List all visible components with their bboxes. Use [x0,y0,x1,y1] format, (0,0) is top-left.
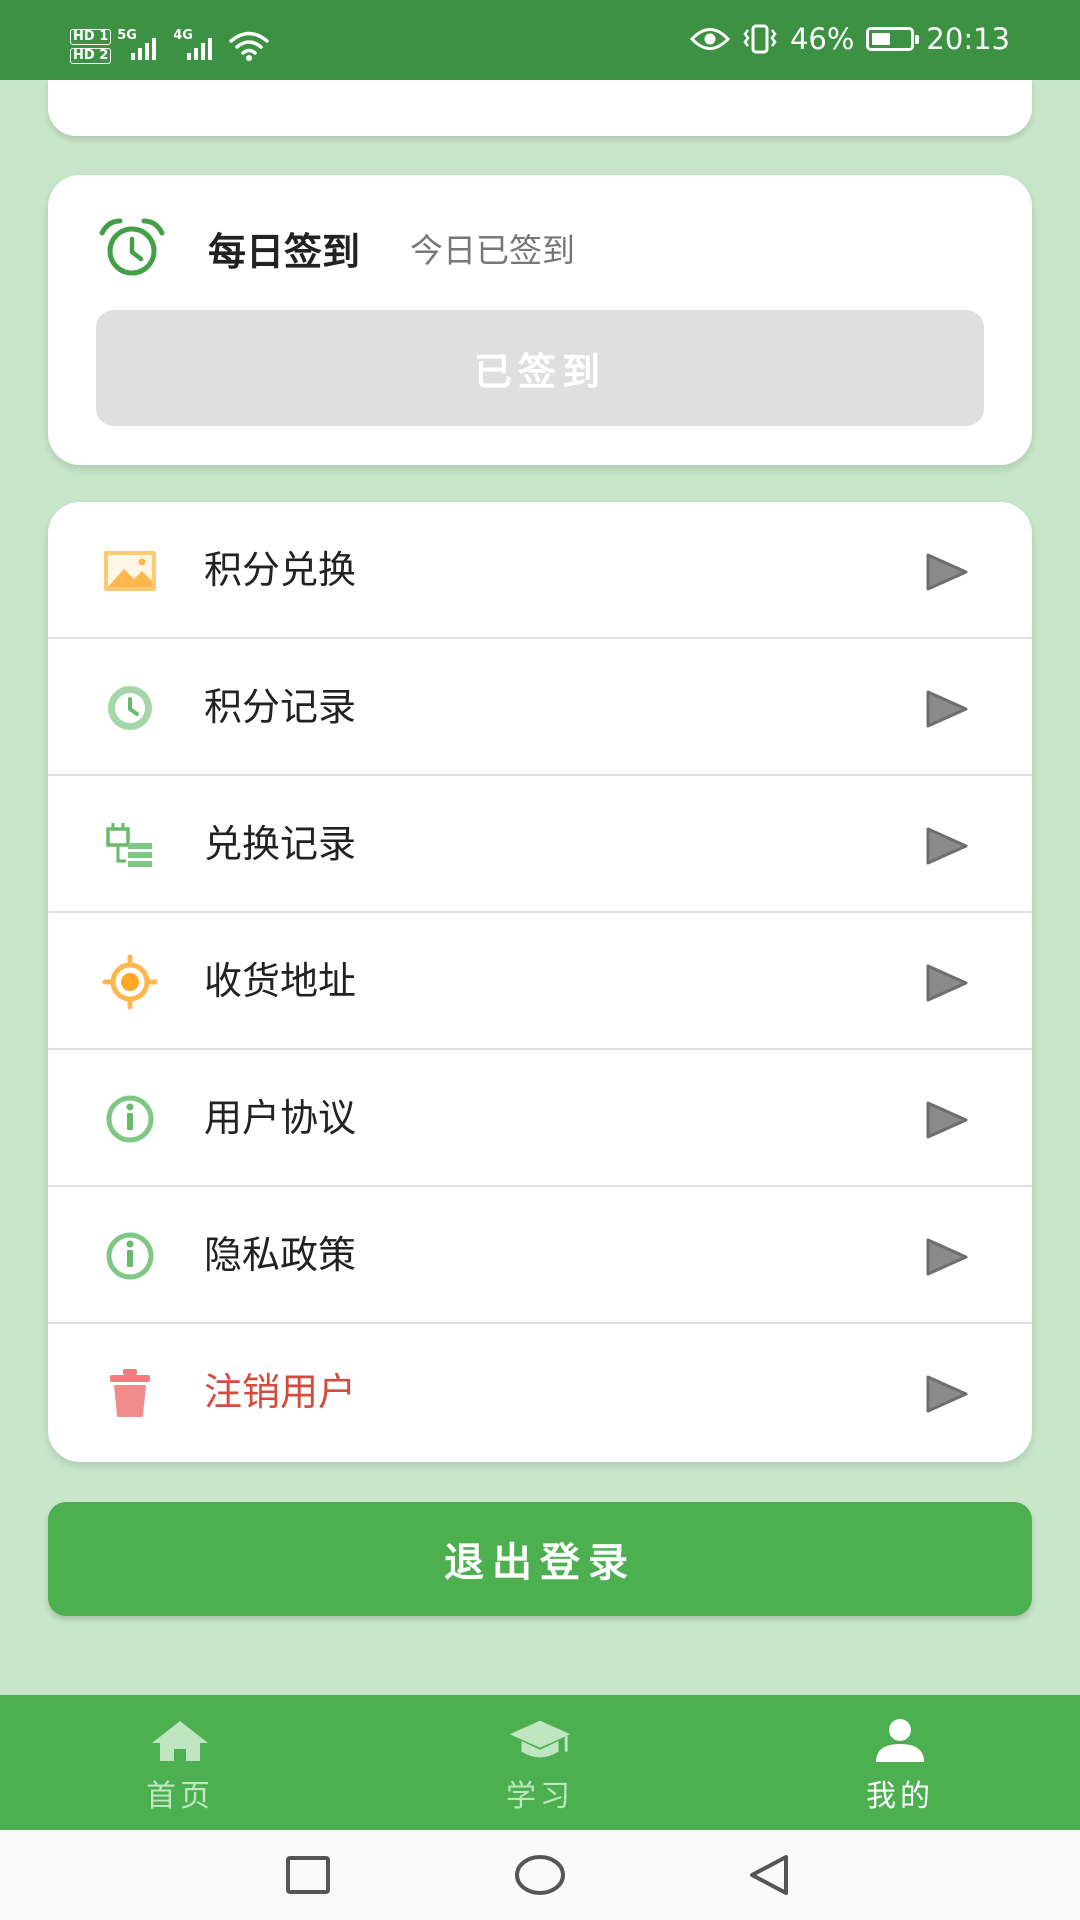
profile-card-partial [48,80,1032,136]
menu-item-points-exchange[interactable]: 积分兑换 [48,502,1032,639]
wifi-icon [229,31,269,61]
sim1-label: HD [73,28,95,44]
menu-item-privacy-policy[interactable]: 隐私政策 [48,1187,1032,1324]
status-left: HD 1 HD 2 5G 4G [70,28,269,64]
menu-item-label: 用户协议 [204,1096,357,1140]
battery-percent: 46% [789,22,855,56]
status-bar: HD 1 HD 2 5G 4G 46% 20:13 [0,0,1080,80]
chevron-right-icon [926,827,968,865]
checkin-status: 今日已签到 [410,231,576,270]
sim1-slot: 1 [99,28,109,44]
sim2-label: HD [73,47,95,63]
bottom-nav: 首页 学习 我的 [0,1695,1080,1830]
status-right: 46% 20:13 [689,22,1010,56]
nav-item-study[interactable]: 学习 [440,1695,640,1830]
menu-item-label: 收货地址 [204,959,357,1003]
daily-checkin-card: 每日签到 今日已签到 已签到 [48,175,1032,465]
user-icon [868,1717,932,1765]
vibrate-icon [743,24,777,54]
hd-icon: HD 2 [70,47,112,64]
home-icon [148,1717,212,1765]
nav-label: 学习 [506,1779,574,1814]
nav-label: 我的 [866,1779,934,1814]
info-icon [98,1095,162,1143]
settings-menu: 积分兑换 积分记录 兑换记录 收货地址 用户协议 隐私政策 注销用户 [48,502,1032,1462]
chevron-right-icon [926,553,968,591]
eye-icon [689,28,730,50]
chevron-right-icon [926,690,968,728]
hd-icon: HD 1 [70,28,112,45]
menu-item-points-history[interactable]: 积分记录 [48,639,1032,776]
logout-button[interactable]: 退出登录 [48,1502,1032,1616]
nav-label: 首页 [146,1779,214,1814]
graduation-cap-icon [508,1717,572,1765]
clock-icon [98,684,162,732]
recents-button[interactable] [263,1830,353,1920]
image-icon [98,547,162,595]
list-icon [98,821,162,869]
chevron-right-icon [926,1101,968,1139]
menu-item-shipping-address[interactable]: 收货地址 [48,913,1032,1050]
info-icon [98,1232,162,1280]
checkin-title: 每日签到 [208,229,361,274]
menu-item-label: 隐私政策 [204,1233,357,1277]
chevron-right-icon [926,1238,968,1276]
back-triangle-icon [750,1855,788,1895]
menu-item-label: 兑换记录 [204,822,357,866]
menu-item-user-agreement[interactable]: 用户协议 [48,1050,1032,1187]
square-icon [286,1856,330,1894]
nav-item-home[interactable]: 首页 [80,1695,280,1830]
clock-time: 20:13 [926,22,1010,56]
battery-icon [866,27,920,51]
chevron-right-icon [926,1375,968,1413]
sim2-slot: 2 [99,47,109,63]
home-button[interactable] [495,1830,585,1920]
menu-item-exchange-history[interactable]: 兑换记录 [48,776,1032,913]
menu-item-label: 积分兑换 [204,548,357,592]
checkin-button[interactable]: 已签到 [96,310,984,426]
menu-item-label: 积分记录 [204,685,357,729]
circle-icon [515,1855,565,1895]
trash-icon [98,1369,162,1417]
menu-item-delete-account[interactable]: 注销用户 [48,1324,1032,1461]
nav-item-mine[interactable]: 我的 [800,1695,1000,1830]
system-nav-bar [0,1830,1080,1920]
chevron-right-icon [926,964,968,1002]
signal-icon: 4G [173,28,223,64]
checkin-header: 每日签到 今日已签到 [96,215,575,281]
alarm-clock-icon [99,218,165,276]
signal-icon: 5G [117,28,167,64]
menu-item-label: 注销用户 [204,1370,357,1414]
location-icon [98,954,162,1010]
back-button[interactable] [724,1830,814,1920]
